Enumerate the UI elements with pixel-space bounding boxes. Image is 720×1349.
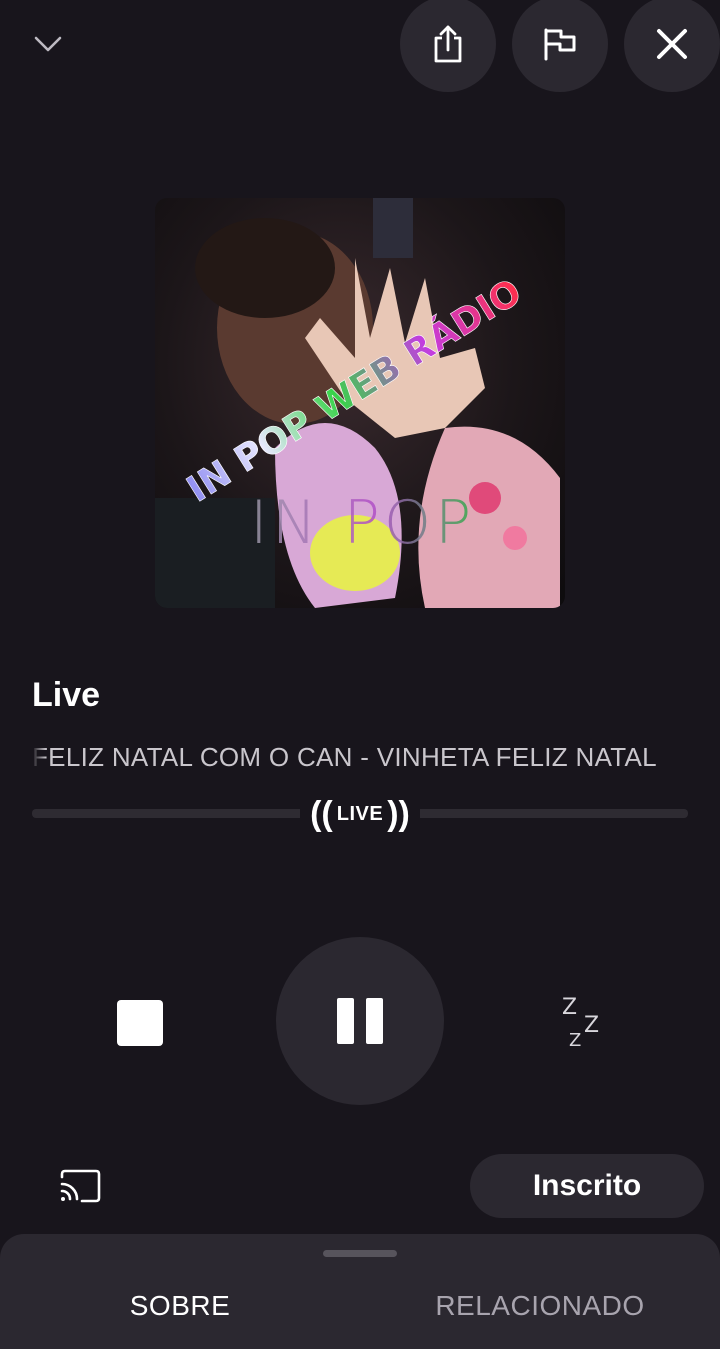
pause-icon-bar [366, 998, 383, 1044]
tab-related[interactable]: RELACIONADO [360, 1290, 720, 1322]
tab-about[interactable]: SOBRE [0, 1290, 360, 1322]
pause-button[interactable] [276, 937, 444, 1105]
photo-hair-shape [195, 218, 335, 318]
track-title: Live [32, 676, 101, 714]
artwork-watermark-text: IN POP [250, 488, 475, 558]
sleep-z-right: Z [584, 1013, 599, 1038]
track-subtitle-marquee: FELIZ NATAL COM O CAN - VINHETA FELIZ NA… [32, 742, 657, 772]
live-wave-right-icon: )) [387, 795, 410, 833]
collapse-button[interactable] [26, 24, 70, 64]
bottom-sheet[interactable]: SOBRE RELACIONADO [0, 1234, 720, 1349]
sleep-z-large: Z [562, 995, 577, 1020]
share-icon [434, 25, 462, 63]
top-bar [0, 0, 720, 96]
live-badge: (( LIVE )) [300, 790, 420, 838]
sleep-timer-icon: Z Z Z [562, 995, 599, 1051]
sleep-timer-button[interactable]: Z Z Z [552, 992, 616, 1052]
close-button[interactable] [624, 0, 720, 92]
sheet-drag-handle[interactable] [323, 1250, 397, 1257]
live-label: LIVE [336, 802, 384, 825]
close-icon [657, 29, 687, 59]
sleep-z-small: Z [569, 1030, 581, 1051]
chevron-down-icon [34, 36, 62, 52]
stop-button[interactable] [110, 993, 170, 1053]
stop-icon [117, 1000, 163, 1046]
report-button[interactable] [512, 0, 608, 92]
subscribed-button[interactable]: Inscrito [470, 1154, 704, 1218]
cast-icon [60, 1169, 101, 1203]
station-artwork: IN POP WEB RÁDIO IN POP [155, 198, 565, 608]
pause-icon [337, 998, 354, 1044]
flag-icon [544, 28, 576, 61]
share-button[interactable] [400, 0, 496, 92]
cast-button[interactable] [56, 1166, 104, 1206]
live-wave-left-icon: (( [310, 795, 333, 833]
